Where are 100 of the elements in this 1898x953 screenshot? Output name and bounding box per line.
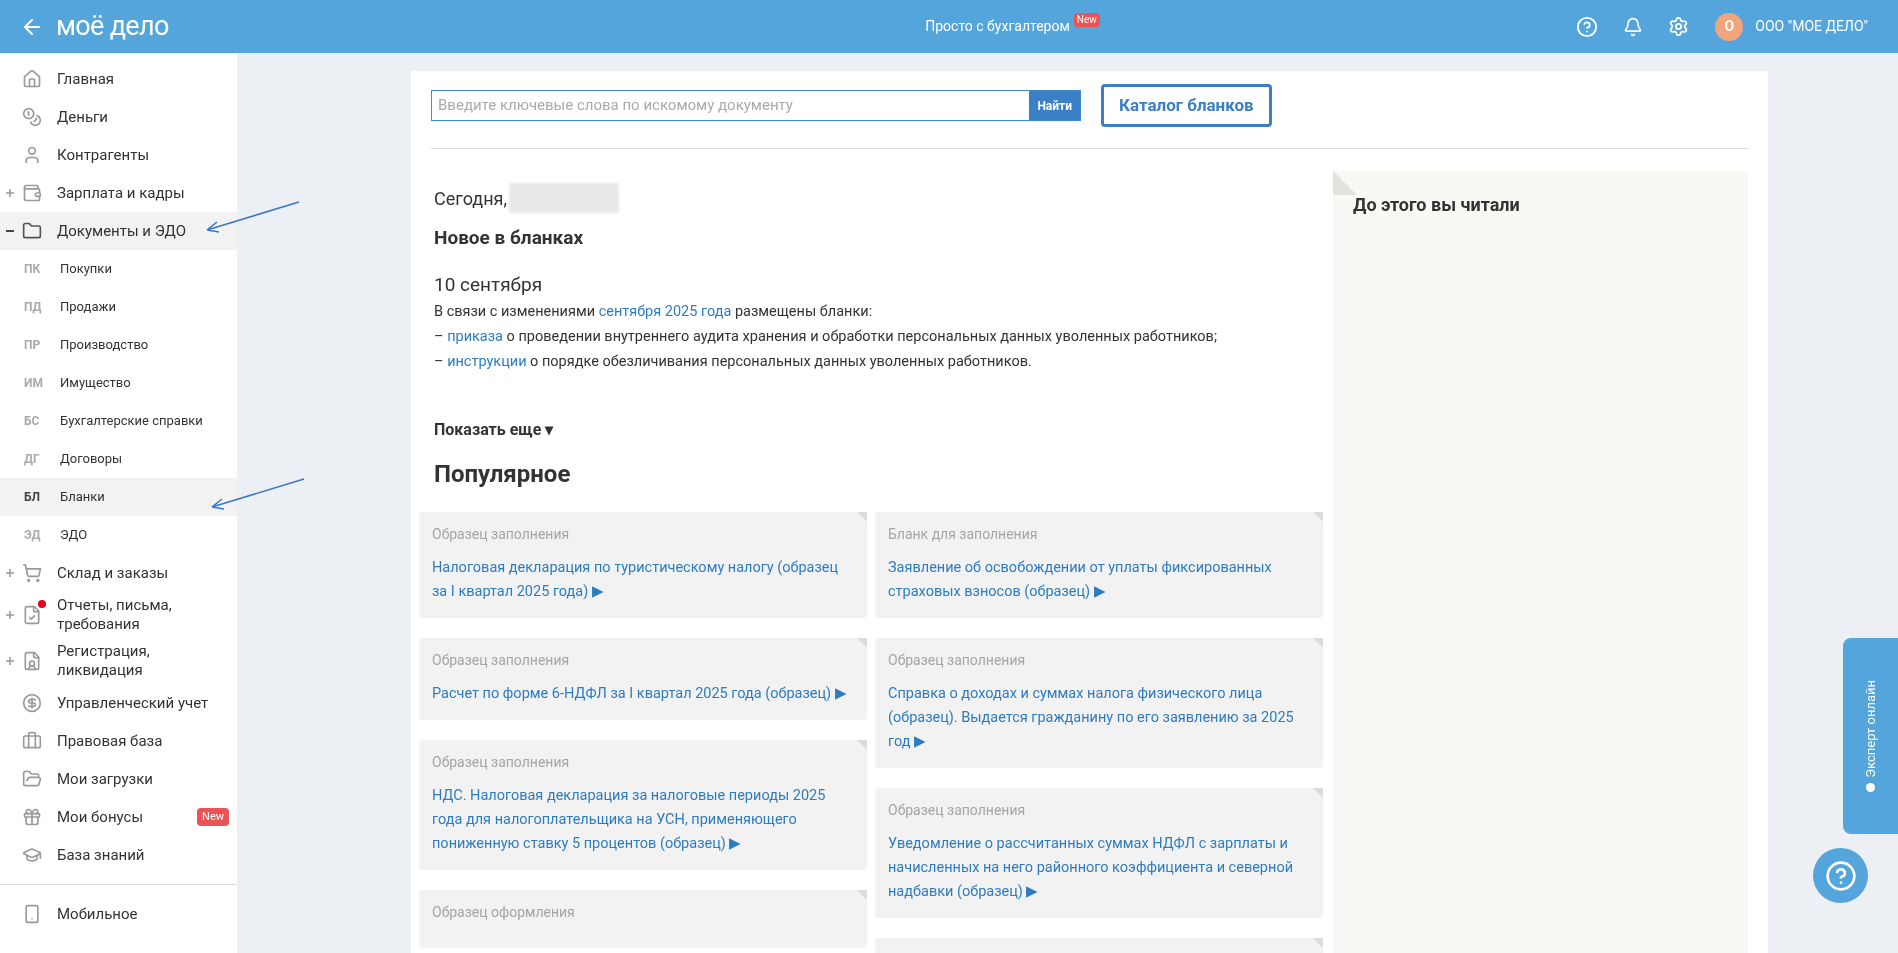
- cart-icon: [22, 563, 42, 583]
- card-link[interactable]: НДС. Налоговая декларация за налоговые периоды 2025 года для налогоплательщика на УСН, применяющего пониженную ставку 5 процентов (образец) ▶: [432, 784, 854, 856]
- sidebar-subitem[interactable]: ИМ Имущество: [0, 364, 237, 402]
- section-abbreviation: БЛ: [24, 489, 41, 506]
- sidebar-label: Управленческий учет: [57, 693, 210, 713]
- sidebar-subitem[interactable]: ПК Покупки: [0, 250, 237, 288]
- folded-corner-icon: [857, 512, 867, 522]
- new-badge: New: [1073, 12, 1100, 27]
- phone-icon: [22, 904, 42, 924]
- sidebar-item[interactable]: Зарплата и кадры: [0, 174, 237, 212]
- sidebar-subitem[interactable]: БС Бухгалтерские справки: [0, 402, 237, 440]
- document-card[interactable]: Бланк для заполнения Заявление об освобождении от уплаты фиксированных страховых взносов (образец) ▶: [875, 512, 1323, 618]
- sidebar-item[interactable]: Мои загрузки: [0, 760, 237, 798]
- document-card[interactable]: Образец заполнения НДС. Налоговая декларация за налоговые периоды 2025 года для налогоплательщика на УСН, применяющего пониженную ставку 5 процентов (образец) ▶: [419, 740, 867, 870]
- sidebar-label: База знаний: [57, 845, 146, 865]
- sidebar-item[interactable]: Мобильное: [0, 895, 237, 933]
- briefcase-icon: [22, 731, 42, 751]
- promo-link[interactable]: Просто с бухгалтером: [925, 16, 1070, 37]
- news-date: 10 сентября: [433, 271, 544, 298]
- sidebar-label: Главная: [57, 69, 116, 89]
- wallet-icon: [22, 183, 42, 203]
- news-text: В связи с изменениями сентября 2025 года размещены бланки:: [433, 302, 874, 322]
- card-category: Образец оформления: [432, 903, 576, 922]
- plus-icon[interactable]: [6, 657, 14, 665]
- document-card[interactable]: Образец заполнения Справка о доходах и суммах налога физического лица (образец). Выдается гражданину по его заявлению за 2025 год ▶: [875, 638, 1323, 768]
- sidebar-item[interactable]: Отчеты, письма, требования: [0, 592, 237, 638]
- card-link[interactable]: Налоговая декларация по туристическому налогу (образец за I квартал 2025 года) ▶: [432, 556, 854, 604]
- bell-icon[interactable]: [1623, 16, 1644, 37]
- sidebar-item[interactable]: Регистрация, ликвидация: [0, 638, 237, 684]
- sidebar-item[interactable]: Мои бонусы New: [0, 798, 237, 836]
- sidebar-label: Бухгалтерские справки: [60, 412, 203, 431]
- folded-corner-icon: [857, 638, 867, 648]
- sidebar-label: Документы и ЭДО: [57, 221, 188, 241]
- section-abbreviation: ЭД: [24, 527, 42, 544]
- help-icon[interactable]: [1576, 15, 1599, 38]
- show-more-link[interactable]: Показать еще ▾: [431, 418, 1323, 442]
- card-link[interactable]: Справка о доходах и суммах налога физического лица (образец). Выдается гражданину по его заявлению за 2025 год ▶: [888, 682, 1310, 754]
- sidebar-subitem[interactable]: БЛ Бланки: [0, 478, 237, 516]
- card-category: Образец заполнения: [888, 801, 1027, 820]
- sidebar-subitem[interactable]: ПД Продажи: [0, 288, 237, 326]
- sidebar-label: Склад и заказы: [57, 563, 170, 583]
- sidebar-item[interactable]: Управленческий учет: [0, 684, 237, 722]
- sidebar-item[interactable]: Правовая база: [0, 722, 237, 760]
- section-abbreviation: ПР: [24, 337, 42, 354]
- news-link[interactable]: сентября 2025 года: [598, 303, 732, 320]
- expert-online-tab[interactable]: Эксперт онлайн: [1843, 638, 1898, 834]
- section-abbreviation: ДГ: [24, 451, 41, 468]
- search-field[interactable]: Введите ключевые слова по искомому документу Найти: [431, 90, 1081, 121]
- plus-icon[interactable]: [6, 611, 14, 619]
- news-text: – приказа о проведении внутреннего аудита хранения и обработки персональных данных уволенных работников;: [433, 327, 1218, 347]
- card-category: Образец заполнения: [432, 525, 571, 544]
- folded-corner-icon: [1313, 938, 1323, 948]
- sidebar-label: Отчеты, письма, требования: [57, 596, 173, 634]
- today-label: Сегодня,: [434, 186, 507, 211]
- news-heading: Новое в бланках: [433, 225, 585, 251]
- card-category: Образец заполнения: [888, 651, 1027, 670]
- catalog-button[interactable]: Каталог бланков: [1101, 84, 1272, 127]
- sidebar-subitem[interactable]: ДГ Договоры: [0, 440, 237, 478]
- expert-label: Эксперт онлайн: [1861, 679, 1879, 778]
- news-link[interactable]: приказа: [447, 328, 503, 345]
- help-icon: [1824, 859, 1857, 892]
- settings-icon[interactable]: [1668, 16, 1690, 37]
- document-card[interactable]: Образец заполнения Расчет по форме 6-НДФЛ за I квартал 2025 года (образец) ▶: [419, 638, 867, 720]
- card-link[interactable]: Расчет по форме 6-НДФЛ за I квартал 2025 года (образец) ▶: [432, 682, 854, 706]
- folder-icon: [22, 769, 42, 789]
- sidebar-item[interactable]: Главная: [0, 60, 237, 98]
- sidebar-label: Зарплата и кадры: [57, 183, 186, 203]
- folded-corner-icon: [1333, 171, 1357, 195]
- sidebar-item[interactable]: Контрагенты: [0, 136, 237, 174]
- document-check-icon: [22, 605, 42, 625]
- sidebar-label: Бланки: [60, 488, 105, 507]
- sidebar-label: Продажи: [60, 298, 116, 317]
- plus-icon[interactable]: [6, 569, 14, 577]
- folded-corner-icon: [1313, 788, 1323, 798]
- search-button[interactable]: Найти: [1029, 91, 1080, 120]
- sidebar-item[interactable]: Склад и заказы: [0, 554, 237, 592]
- folded-corner-icon: [1313, 638, 1323, 648]
- card-link[interactable]: Заявление об освобождении от уплаты фиксированных страховых взносов (образец) ▶: [888, 556, 1310, 604]
- document-card[interactable]: Образец заполнения Налоговая декларация по туристическому налогу (образец за I квартал 2025 года) ▶: [419, 512, 867, 618]
- search-input[interactable]: Введите ключевые слова по искомому документу: [432, 91, 1030, 120]
- sidebar-label: Мои бонусы: [57, 807, 145, 827]
- sidebar-label: Мобильное: [57, 904, 139, 924]
- sidebar-subitem[interactable]: ПР Производство: [0, 326, 237, 364]
- sidebar-item[interactable]: Документы и ЭДО: [0, 212, 237, 250]
- minus-icon[interactable]: [6, 227, 14, 235]
- section-abbreviation: ПД: [24, 299, 43, 316]
- document-card[interactable]: Образец заполнения Уведомление о рассчитанных суммах НДФЛ с зарплаты и начисленных на него районного коэффициента и северной надбавки (образец) ▶: [875, 788, 1323, 918]
- sidebar-label: Имущество: [60, 374, 131, 393]
- card-link[interactable]: Уведомление о рассчитанных суммах НДФЛ с зарплаты и начисленных на него районного коэффициента и северной надбавки (образец) ▶: [888, 832, 1310, 904]
- person-icon: [22, 145, 42, 165]
- sidebar-item[interactable]: База знаний: [0, 836, 237, 874]
- sidebar-item[interactable]: Деньги: [0, 98, 237, 136]
- news-link[interactable]: инструкции: [447, 353, 527, 370]
- logo[interactable]: моё дело: [56, 6, 169, 47]
- help-button[interactable]: [1813, 848, 1868, 903]
- sidebar-subitem[interactable]: ЭД ЭДО: [0, 516, 237, 554]
- plus-icon[interactable]: [6, 189, 14, 197]
- card-category: Образец заполнения: [432, 651, 571, 670]
- card-category: Бланк для заполнения: [888, 525, 1039, 544]
- company-name[interactable]: ООО "МОЕ ДЕЛО": [1755, 16, 1868, 37]
